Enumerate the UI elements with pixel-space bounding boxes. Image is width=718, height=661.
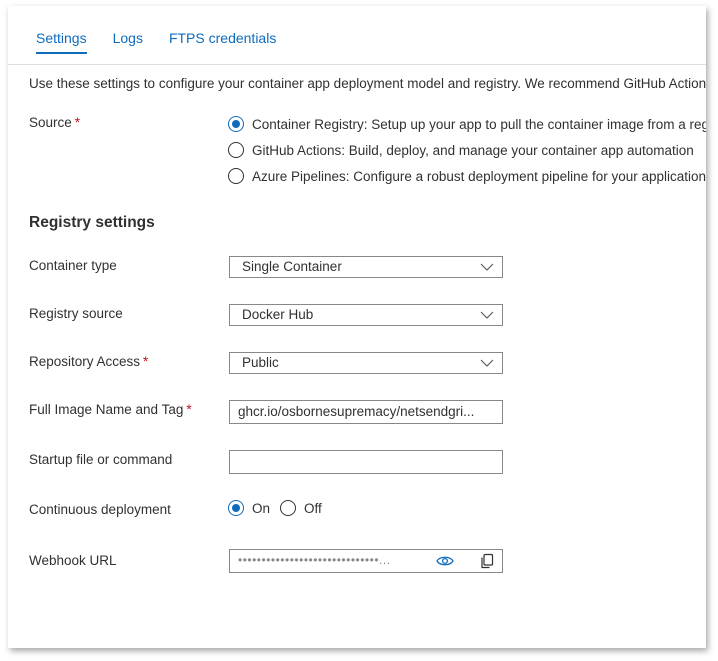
radio-unchecked[interactable] [228, 142, 244, 158]
tab-settings[interactable]: Settings [36, 30, 87, 54]
tab-divider [8, 64, 706, 65]
registry-source-dropdown[interactable]: Docker Hub [229, 304, 503, 326]
source-label: Source * [29, 115, 80, 130]
startup-command-label: Startup file or command [29, 452, 173, 467]
source-option-azure-pipelines[interactable]: Azure Pipelines: Configure a robust depl… [228, 168, 706, 184]
required-marker: * [186, 402, 192, 417]
startup-command-input[interactable] [229, 450, 503, 474]
container-type-dropdown[interactable]: Single Container [229, 256, 503, 278]
webhook-url-field[interactable]: ••••••••••••••••••••••••••••••... [229, 549, 503, 573]
intro-text: Use these settings to configure your con… [29, 76, 706, 91]
container-type-value: Single Container [242, 259, 342, 274]
full-image-input[interactable]: ghcr.io/osbornesupremacy/netsendgri... [229, 400, 503, 424]
continuous-deployment-label: Continuous deployment [29, 502, 171, 517]
tab-ftps-credentials[interactable]: FTPS credentials [169, 30, 276, 54]
repository-access-label-text: Repository Access [29, 354, 141, 369]
radio-checked[interactable] [228, 500, 244, 516]
full-image-label: Full Image Name and Tag * [29, 402, 192, 417]
eye-icon[interactable] [436, 554, 454, 568]
radio-unchecked[interactable] [280, 500, 297, 516]
radio-checked[interactable] [228, 116, 244, 132]
full-image-label-text: Full Image Name and Tag [29, 402, 184, 417]
registry-source-value: Docker Hub [242, 307, 314, 322]
registry-settings-heading: Registry settings [29, 214, 155, 231]
source-option-label: GitHub Actions: Build, deploy, and manag… [252, 142, 694, 158]
repository-access-label: Repository Access * [29, 354, 148, 369]
deployment-center-panel: Settings Logs FTPS credentials Use these… [8, 6, 706, 648]
webhook-url-masked: ••••••••••••••••••••••••••••••... [238, 553, 391, 567]
required-marker: * [74, 115, 81, 130]
repository-access-dropdown[interactable]: Public [229, 352, 503, 374]
required-marker: * [143, 354, 149, 369]
on-label: On [252, 500, 271, 516]
container-type-label: Container type [29, 258, 117, 273]
webhook-url-label: Webhook URL [29, 553, 117, 568]
chevron-down-icon [480, 263, 494, 271]
continuous-deployment-on[interactable]: On [228, 500, 270, 516]
continuous-deployment-radios: On Off [228, 500, 332, 516]
source-option-label: Container Registry: Setup up your app to… [252, 116, 706, 132]
off-label: Off [304, 500, 322, 516]
tab-logs[interactable]: Logs [113, 30, 143, 54]
radio-unchecked[interactable] [228, 168, 244, 184]
copy-icon[interactable] [479, 553, 495, 569]
chevron-down-icon [480, 359, 494, 367]
tab-bar: Settings Logs FTPS credentials [36, 30, 302, 54]
source-option-label: Azure Pipelines: Configure a robust depl… [252, 168, 706, 184]
source-label-text: Source [29, 115, 72, 130]
chevron-down-icon [480, 311, 494, 319]
registry-source-label: Registry source [29, 306, 123, 321]
source-option-github-actions[interactable]: GitHub Actions: Build, deploy, and manag… [228, 142, 694, 158]
repository-access-value: Public [242, 355, 279, 370]
continuous-deployment-off[interactable]: Off [280, 500, 322, 516]
source-option-container-registry[interactable]: Container Registry: Setup up your app to… [228, 116, 706, 132]
